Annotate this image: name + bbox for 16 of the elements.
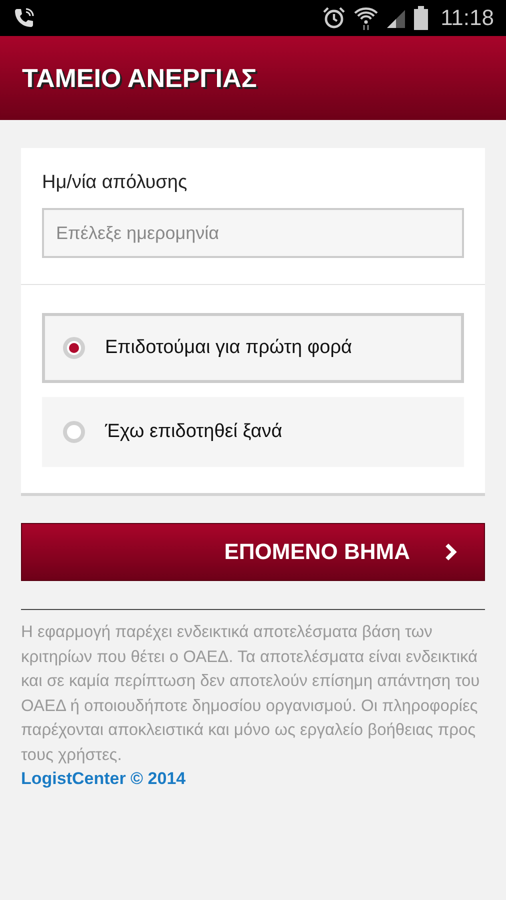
radio-option[interactable]: Επιδοτούμαι για πρώτη φορά	[42, 313, 464, 383]
date-field[interactable]: Επέλεξε ημερομηνία	[42, 208, 464, 258]
radio-option[interactable]: Έχω επιδοτηθεί ξανά	[42, 397, 464, 467]
radio-icon	[63, 421, 85, 443]
chevron-right-icon	[444, 542, 458, 562]
field-label: Ημ/νία απόλυσης	[42, 172, 188, 194]
clock-time: 11:18	[440, 5, 494, 31]
wifi-icon	[352, 5, 379, 31]
radio-icon	[63, 337, 85, 359]
disclaimer-text: Η εφαρμογή παρέχει ενδεικτικά αποτελέσματα βάση των κριτηρίων που θέτει ο ΟΑΕΔ. Τα αποτελέσματα είναι ενδεικτικά και σε καμία περίπτωση δεν αποτελούν επίσημη απάντηση του ΟΑΕΔ ή οποιουδήποτε δημοσίου οργανισμού. Οι πληροφορίες παρέχονται αποκλειστικά και μόνο ως εργαλείο βοήθειας προς τους χρήστες.	[21, 622, 481, 766]
alarm-clock-icon	[320, 5, 347, 31]
battery-icon	[412, 5, 429, 31]
header-title: ΤΑΜΕΙΟ ΑΝΕΡΓΙΑΣ	[22, 62, 257, 94]
credit-link[interactable]: LogistCenter © 2014	[21, 767, 186, 791]
phone-call-icon	[12, 6, 36, 30]
next-step-button[interactable]: ΕΠΟΜΕΝΟ ΒΗΜΑ	[21, 523, 485, 581]
